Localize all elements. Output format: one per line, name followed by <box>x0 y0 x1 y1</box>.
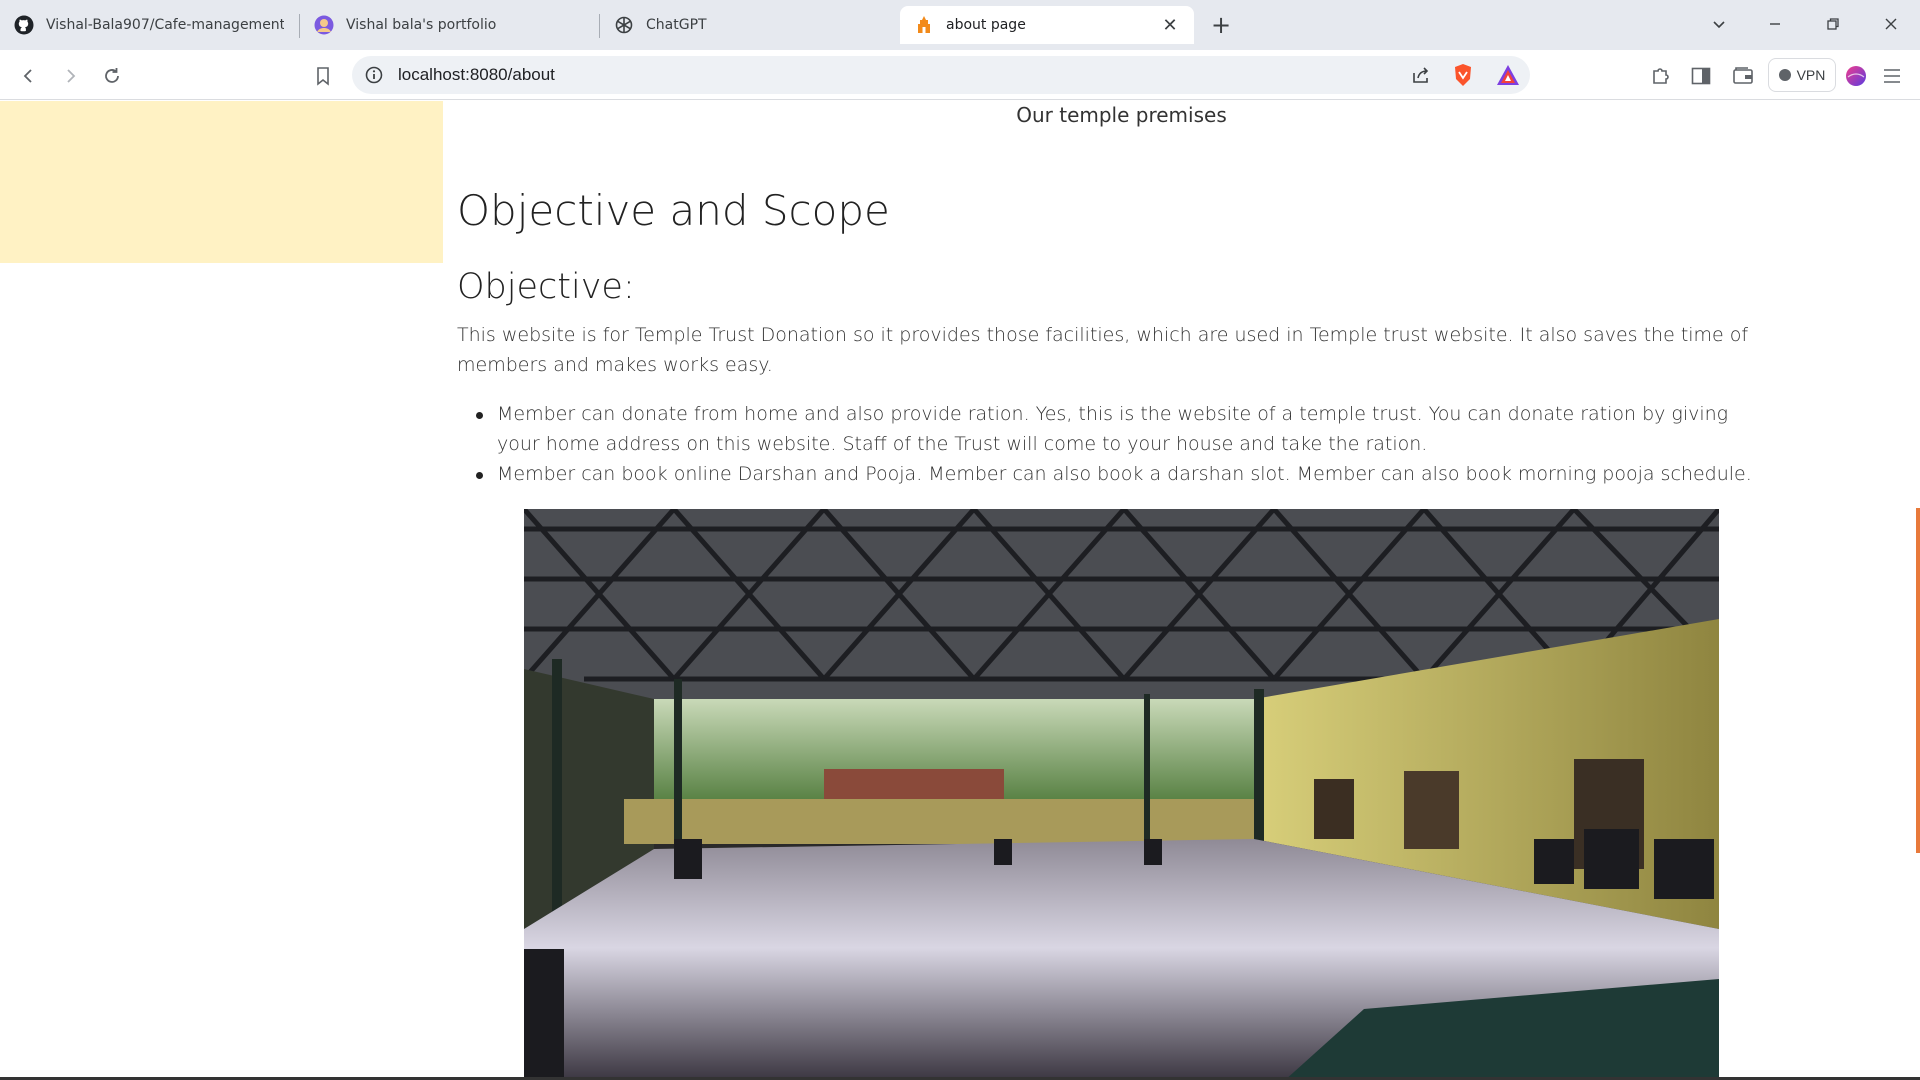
page-title: Objective and Scope <box>457 186 890 235</box>
temple-icon <box>914 15 934 35</box>
bookmark-button[interactable] <box>307 60 339 92</box>
tab-label: Vishal bala's portfolio <box>346 17 497 33</box>
objective-list: Member can donate from home and also pro… <box>457 399 1757 489</box>
brave-shields-icon[interactable] <box>1452 63 1474 91</box>
tab-label: about page <box>946 17 1026 33</box>
arrow-left-icon <box>23 69 32 83</box>
reload-button[interactable] <box>96 60 128 92</box>
share-icon[interactable] <box>1410 64 1432 90</box>
side-panel <box>0 101 443 263</box>
avatar-icon <box>314 15 334 35</box>
forward-button[interactable] <box>54 60 86 92</box>
bookmark-icon <box>317 67 329 86</box>
tab-label: ChatGPT <box>646 17 707 33</box>
main-menu-button[interactable] <box>1876 60 1908 92</box>
reload-icon <box>105 68 119 83</box>
tab-label: Vishal-Bala907/Cafe-management-Sytem <box>46 17 284 33</box>
image-caption: Our temple premises <box>1016 103 1227 127</box>
site-info-icon[interactable] <box>364 65 384 89</box>
sidebar-icon <box>1691 67 1711 85</box>
chevron-down-icon <box>1713 21 1725 29</box>
wallet-icon <box>1733 67 1753 84</box>
close-icon <box>1885 18 1897 30</box>
hamburger-menu-icon <box>1884 69 1900 83</box>
vpn-button[interactable]: VPN <box>1768 58 1836 92</box>
section-subheading: Objective: <box>457 267 635 307</box>
temple-hall-photo <box>524 509 1719 1078</box>
url-text[interactable]: localhost:8080/about <box>398 56 555 94</box>
arrow-right-icon <box>67 69 76 83</box>
restore-button[interactable] <box>1810 6 1856 42</box>
leo-ai-icon <box>1846 66 1866 86</box>
list-item: Member can donate from home and also pro… <box>457 399 1757 459</box>
chatgpt-icon <box>614 15 634 35</box>
address-bar[interactable]: localhost:8080/about <box>352 56 1530 94</box>
tab-chatgpt[interactable]: ChatGPT <box>600 6 898 44</box>
new-tab-button[interactable]: + <box>1206 10 1236 40</box>
sidebar-button[interactable] <box>1685 60 1717 92</box>
vpn-status-icon <box>1778 69 1791 81</box>
brave-rewards-icon[interactable] <box>1496 64 1520 90</box>
scrollbar-thumb[interactable] <box>1916 508 1920 853</box>
tab-strip: Vishal-Bala907/Cafe-management-Sytem Vis… <box>0 0 1920 50</box>
vpn-label: VPN <box>1796 67 1826 83</box>
tab-portfolio[interactable]: Vishal bala's portfolio <box>300 6 598 44</box>
extensions-button[interactable] <box>1645 60 1677 92</box>
page-viewport: Our temple premises Objective and Scope … <box>0 101 1920 1078</box>
tab-github[interactable]: Vishal-Bala907/Cafe-management-Sytem <box>0 6 298 44</box>
puzzle-icon <box>1653 68 1669 84</box>
list-item: Member can book online Darshan and Pooja… <box>457 459 1757 489</box>
restore-icon <box>1827 18 1839 30</box>
wallet-button[interactable] <box>1727 60 1759 92</box>
minimize-icon <box>1770 23 1780 25</box>
leo-ai-button[interactable] <box>1840 60 1872 92</box>
github-icon <box>14 15 34 35</box>
back-button[interactable] <box>13 60 45 92</box>
browser-toolbar: localhost:8080/about VPN <box>0 50 1920 100</box>
tab-about-page[interactable]: about page ✕ <box>900 6 1194 44</box>
minimize-button[interactable] <box>1752 6 1798 42</box>
close-tab-icon[interactable]: ✕ <box>1160 15 1180 36</box>
close-window-button[interactable] <box>1868 6 1914 42</box>
tab-search-button[interactable] <box>1696 6 1742 42</box>
objective-paragraph: This website is for Temple Trust Donatio… <box>457 324 1749 376</box>
